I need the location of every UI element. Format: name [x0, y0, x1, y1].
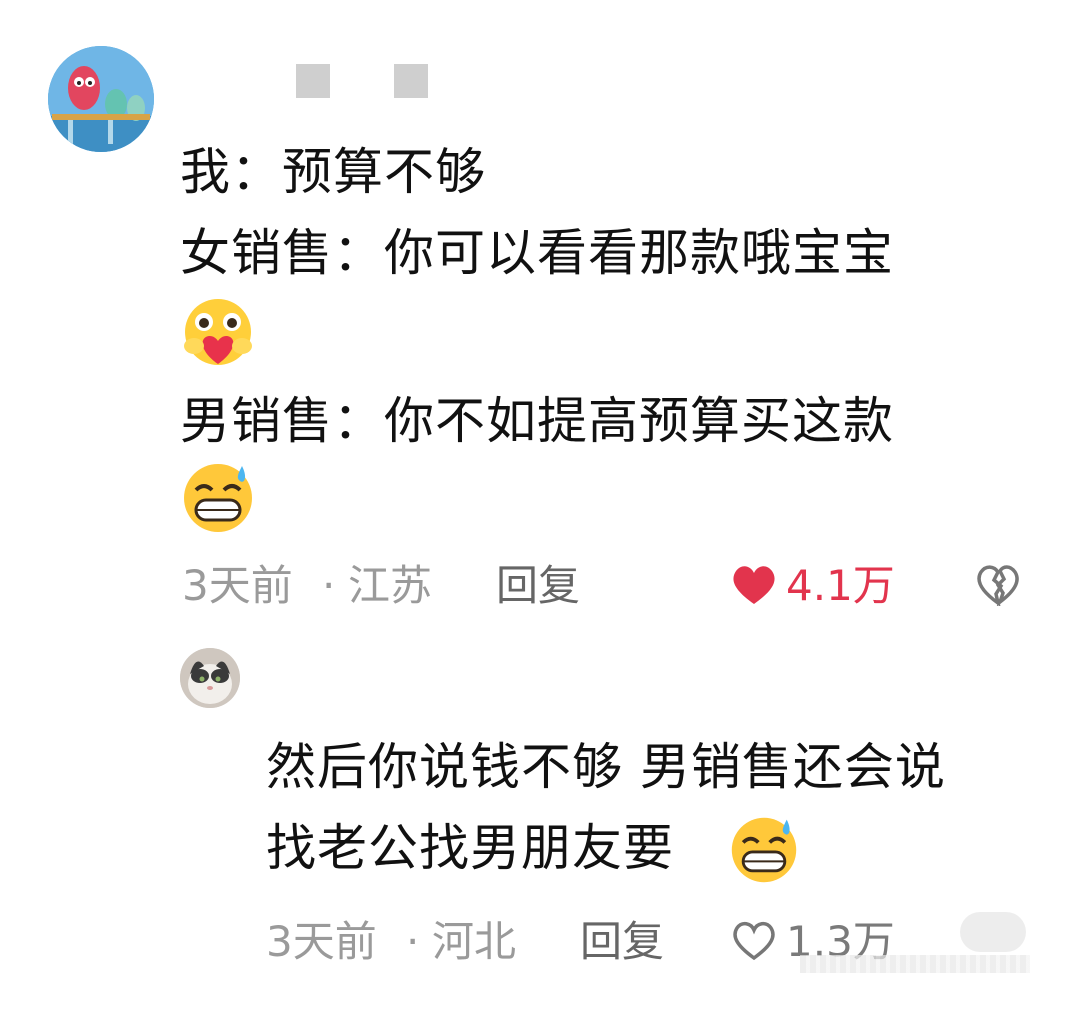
like-count: 4.1万 [786, 561, 895, 610]
reply-line-2: 找老公找男朋友要 [266, 819, 674, 877]
reply-time: 3天前 [266, 917, 377, 966]
comment-line-1: 我：预算不够 [180, 143, 486, 201]
sweat-grin-emoji-icon [184, 464, 252, 532]
reply-button[interactable]: 回复 [580, 914, 664, 970]
hug-heart-emoji-icon [184, 299, 252, 365]
redaction-block [296, 64, 330, 98]
meta-separator: · [322, 561, 336, 610]
comment-location: 江苏 [348, 561, 433, 610]
reply-line-1: 然后你说钱不够 男销售还会说 [266, 738, 946, 796]
comment-line-2: 女销售：你可以看看那款哦宝宝 [180, 224, 894, 282]
comment-line-3: 男销售：你不如提高预算买这款 [180, 392, 894, 450]
reply-button[interactable]: 回复 [496, 558, 580, 614]
cat-avatar-icon [180, 648, 240, 708]
broken-heart-icon[interactable] [974, 562, 1022, 606]
heart-outline-icon[interactable] [730, 918, 778, 962]
reply-location: 河北 [432, 917, 517, 966]
heart-filled-icon[interactable] [730, 562, 778, 606]
comment-time: 3天前 [182, 561, 293, 610]
avatar[interactable] [180, 648, 240, 708]
avatar[interactable] [48, 46, 154, 152]
meta-separator: · [406, 917, 420, 966]
redaction-block [394, 64, 428, 98]
watermark [800, 955, 1030, 973]
username-redacted [296, 64, 428, 98]
cartoon-avatar-icon [48, 46, 154, 152]
sweat-grin-emoji-icon [731, 817, 797, 883]
watermark-badge [960, 912, 1026, 952]
